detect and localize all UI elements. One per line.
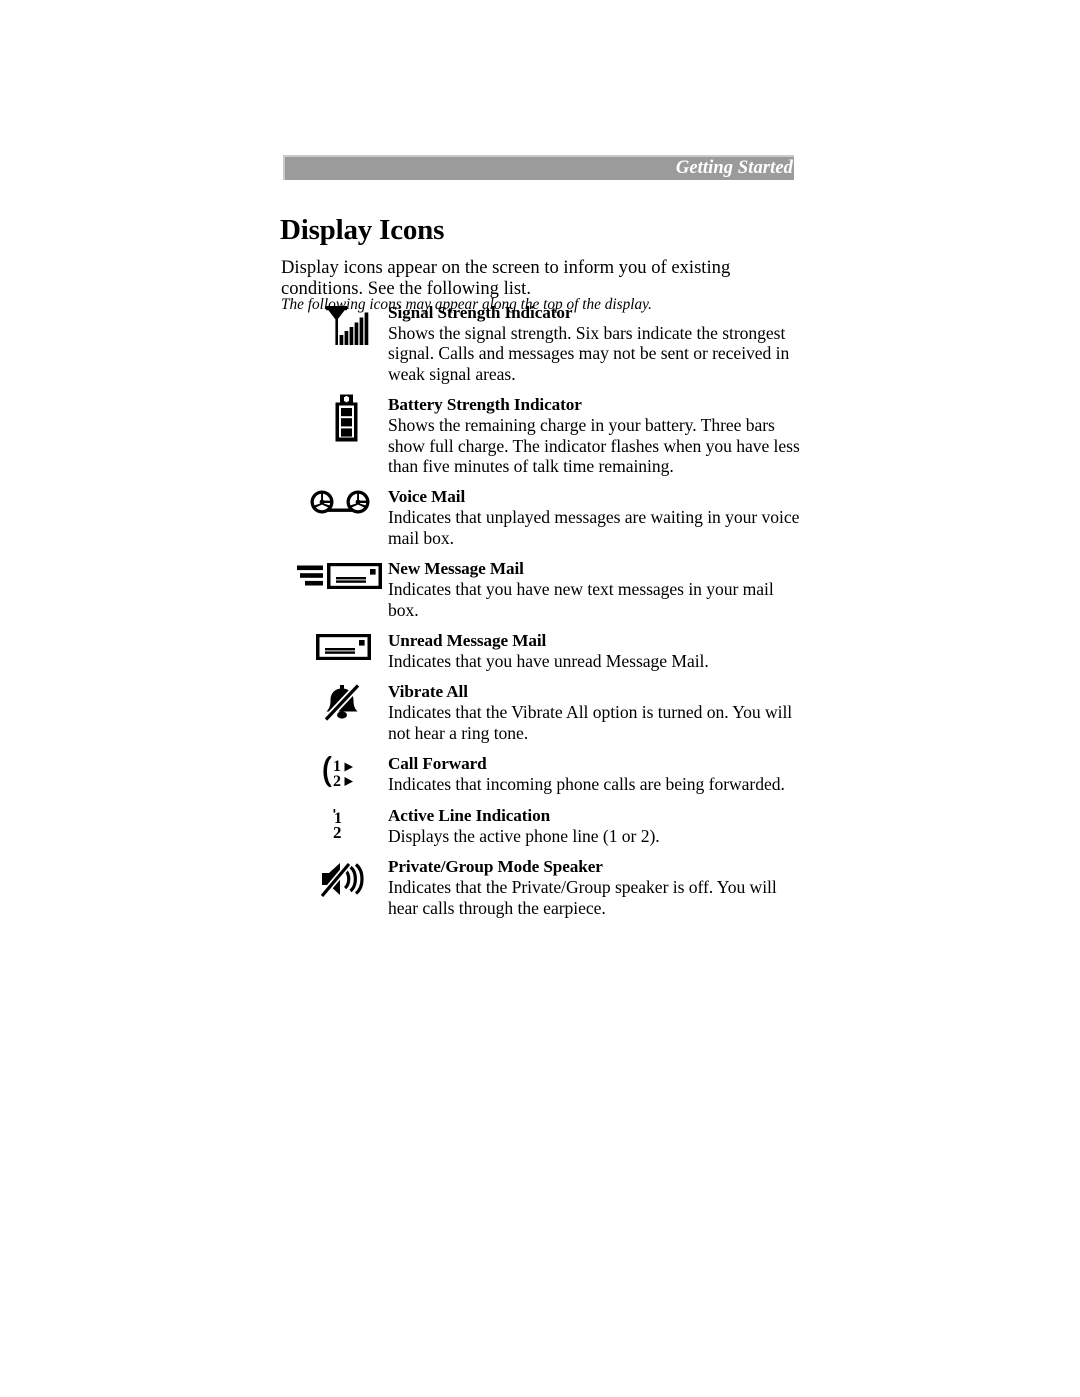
- voice-mail-icon-cell: [281, 487, 379, 521]
- active-line-icon-cell: 1 2: [281, 806, 379, 842]
- battery-strength-icon-cell: [281, 394, 379, 442]
- list-item: 1 2 Call Forward Indicates that incoming…: [281, 754, 801, 805]
- list-item-title: Active Line Indication: [388, 805, 551, 825]
- list-item-text: Unread Message Mail Indicates that you h…: [388, 631, 801, 671]
- list-item-title: Battery Strength Indicator: [388, 395, 582, 415]
- list-item-text: Vibrate All Indicates that the Vibrate A…: [388, 682, 801, 743]
- vibrate-all-icon-cell: [281, 682, 379, 724]
- page-title: Display Icons: [280, 214, 445, 247]
- signal-strength-icon-cell: [281, 303, 379, 349]
- list-item-description: Shows the signal strength. Six bars indi…: [388, 323, 790, 384]
- call-forward-icon: 1 2: [323, 756, 353, 789]
- list-item-title: Signal Strength Indicator: [388, 303, 573, 322]
- private-group-speaker-icon-cell: [281, 857, 379, 901]
- list-item-description: Shows the remaining charge in your batte…: [388, 415, 800, 477]
- unread-message-mail-icon-cell: [281, 631, 379, 663]
- call-forward-icon-cell: 1 2: [281, 754, 379, 790]
- signal-strength-icon: [326, 306, 369, 345]
- list-item: Vibrate All Indicates that the Vibrate A…: [281, 682, 801, 754]
- active-line-2-label: 2: [333, 823, 342, 841]
- list-item: Battery Strength Indicator Shows the rem…: [281, 394, 801, 487]
- new-message-mail-icon: [297, 563, 382, 590]
- list-item-text: Battery Strength Indicator Shows the rem…: [388, 395, 801, 476]
- voice-mail-tape-icon: [310, 490, 370, 514]
- list-item-title: Voice Mail: [388, 487, 466, 507]
- list-item-title: Unread Message Mail: [388, 631, 547, 651]
- list-item-text: Active Line Indication Displays the acti…: [388, 806, 801, 846]
- list-item-description: Indicates that incoming phone calls are …: [388, 774, 785, 795]
- active-line-indication-icon: 1 2: [333, 808, 342, 841]
- list-item-title: Vibrate All: [388, 682, 468, 702]
- list-item-text: Call Forward Indicates that incoming pho…: [388, 754, 801, 794]
- list-item-title: New Message Mail: [388, 559, 524, 579]
- list-item-description: Displays the active phone line (1 or 2).: [388, 825, 660, 846]
- list-item: Unread Message Mail Indicates that you h…: [281, 631, 801, 682]
- list-item-description: Indicates that the Private/Group speaker…: [388, 877, 777, 918]
- running-header-band: Getting Started: [283, 155, 794, 180]
- list-item: Voice Mail Indicates that unplayed messa…: [281, 487, 801, 559]
- intro-paragraph: Display icons appear on the screen to in…: [281, 256, 731, 300]
- new-message-mail-icon-cell: [281, 559, 387, 593]
- list-item: 1 2 Active Line Indication Displays the …: [281, 806, 801, 857]
- list-item-title: Private/Group Mode Speaker: [388, 857, 603, 877]
- private-group-speaker-off-icon: [319, 861, 364, 899]
- list-item-text: New Message Mail Indicates that you have…: [388, 559, 801, 620]
- display-icons-list: Signal Strength Indicator Shows the sign…: [281, 303, 801, 918]
- list-item: New Message Mail Indicates that you have…: [281, 559, 801, 631]
- call-forward-line-2-label: 2: [333, 773, 341, 789]
- list-item-description: Indicates that you have new text message…: [388, 579, 774, 620]
- list-item-text: Private/Group Mode Speaker Indicates tha…: [388, 857, 801, 918]
- list-item-description: Indicates that the Vibrate All option is…: [388, 702, 793, 743]
- list-item: Private/Group Mode Speaker Indicates tha…: [281, 857, 801, 918]
- battery-strength-icon: [335, 394, 358, 442]
- running-header-text: Getting Started: [675, 158, 793, 179]
- list-item-text: Voice Mail Indicates that unplayed messa…: [388, 487, 801, 548]
- unread-message-mail-icon: [316, 634, 371, 661]
- list-item: Signal Strength Indicator Shows the sign…: [281, 303, 801, 395]
- vibrate-all-bell-slash-icon: [323, 683, 361, 723]
- list-item-description: Indicates that unplayed messages are wai…: [388, 507, 800, 548]
- document-page: Getting Started Display Icons Display ic…: [0, 0, 1080, 1397]
- list-item-text: Signal Strength Indicator Shows the sign…: [388, 303, 801, 384]
- list-item-description: Indicates that you have unread Message M…: [388, 651, 709, 672]
- list-item-title: Call Forward: [388, 754, 487, 774]
